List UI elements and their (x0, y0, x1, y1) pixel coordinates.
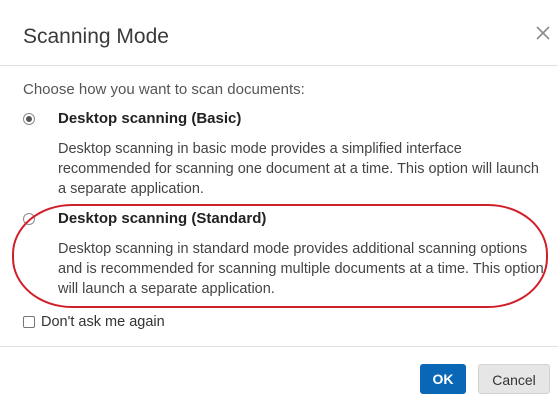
ok-button[interactable]: OK (420, 364, 466, 394)
cancel-button[interactable]: Cancel (478, 364, 550, 394)
footer-divider (0, 346, 558, 347)
dialog-title: Scanning Mode (23, 25, 169, 48)
option-standard-label[interactable]: Desktop scanning (Standard) (58, 209, 266, 229)
option-basic-description: Desktop scanning in basic mode provides … (58, 141, 539, 197)
radio-standard[interactable] (23, 213, 35, 225)
dialog-header: Scanning Mode (0, 0, 558, 66)
dont-ask-row: Don't ask me again (23, 312, 165, 332)
option-basic-label[interactable]: Desktop scanning (Basic) (58, 109, 241, 129)
close-icon[interactable] (534, 24, 552, 42)
scan-prompt: Choose how you want to scan documents: (23, 81, 305, 98)
dont-ask-label[interactable]: Don't ask me again (41, 312, 165, 332)
radio-basic[interactable] (23, 113, 35, 125)
dont-ask-checkbox[interactable] (23, 316, 35, 328)
option-standard-description: Desktop scanning in standard mode provid… (58, 241, 544, 297)
scanning-mode-dialog: Scanning Mode Choose how you want to sca… (0, 0, 558, 405)
